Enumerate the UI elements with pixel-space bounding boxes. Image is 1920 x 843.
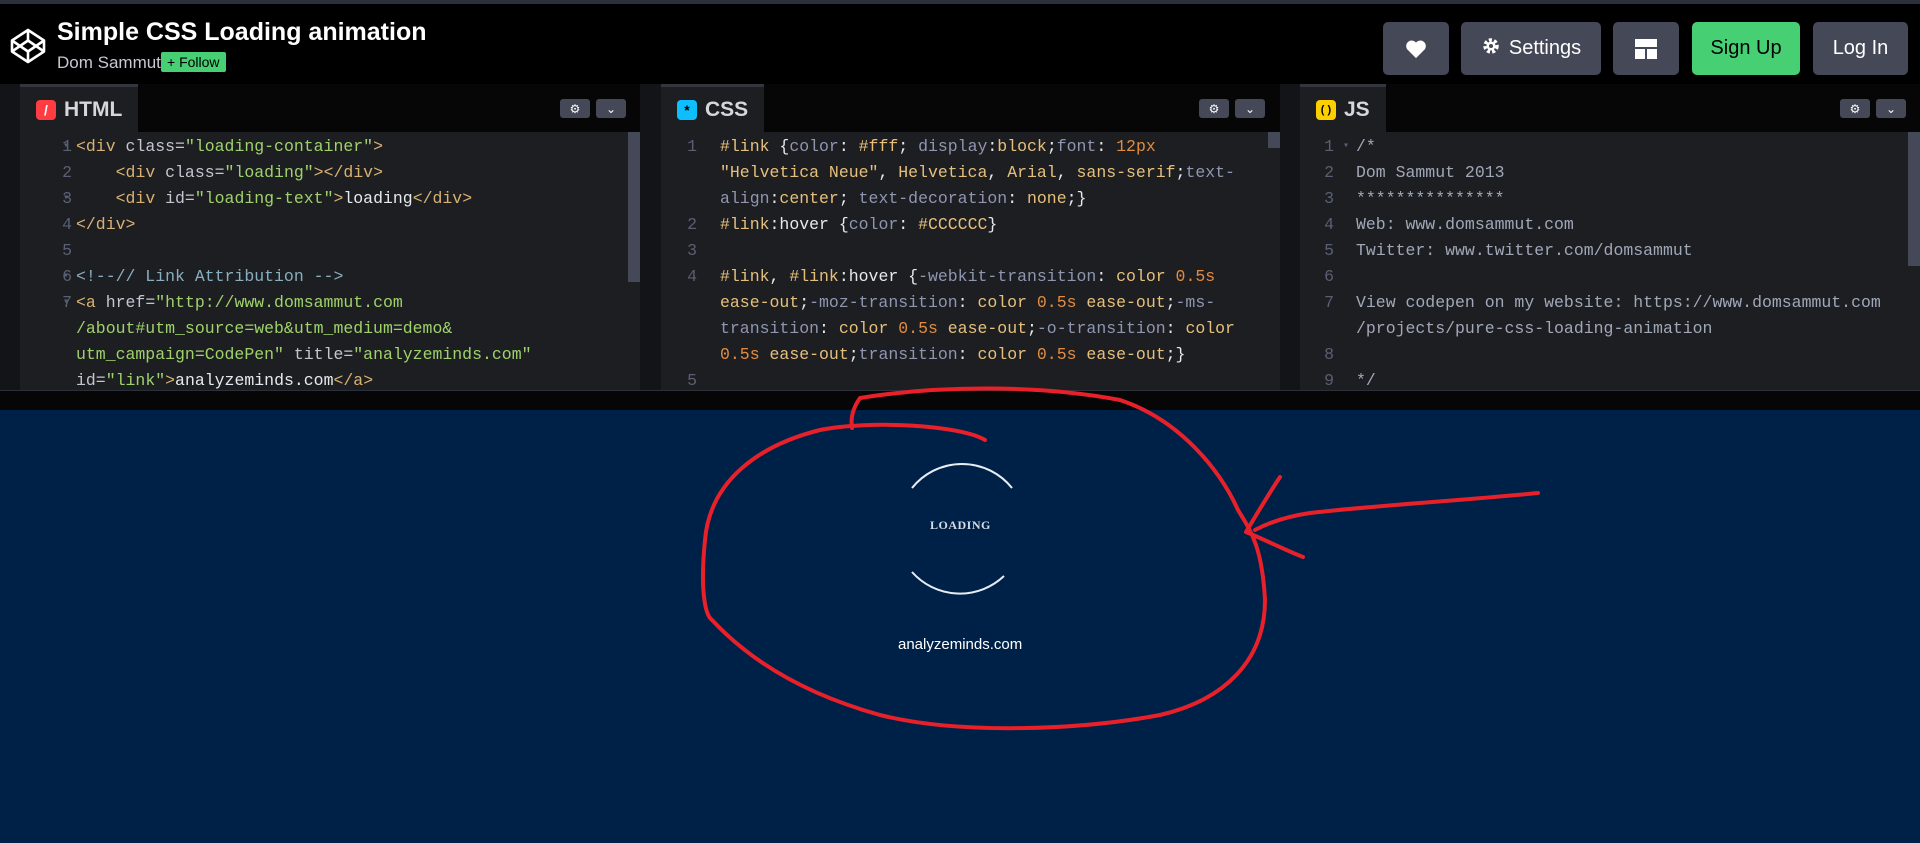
fold-icon[interactable]: ▾ bbox=[63, 264, 69, 290]
code-line: #link:hover {color: #CCCCCC} bbox=[720, 215, 998, 234]
code-line: <!--// Link Attribution --> bbox=[76, 267, 344, 286]
code-line: /about#utm_source=web&utm_medium=demo& bbox=[76, 319, 453, 338]
code-line: /projects/pure-css-loading-animation bbox=[1356, 319, 1713, 338]
heart-icon bbox=[1406, 40, 1426, 58]
css-icon: * bbox=[677, 99, 697, 120]
js-chevron-down-icon[interactable]: ⌄ bbox=[1876, 99, 1906, 118]
preview-pane: LOADING analyzeminds.com bbox=[0, 410, 1920, 843]
tab-css[interactable]: * CSS bbox=[661, 84, 765, 132]
line-number: 2 bbox=[62, 163, 72, 182]
settings-button[interactable]: Settings bbox=[1461, 22, 1601, 75]
html-editor[interactable]: / HTML ⚙ ⌄ 1 2 3 4 5 6 7 ▾ ▾ ▾ ▾ <div cl… bbox=[20, 84, 640, 390]
line-number: 7 bbox=[1324, 293, 1334, 312]
code-line: utm_campaign=CodePen" title="analyzemind… bbox=[76, 345, 532, 364]
fold-icon[interactable]: ▾ bbox=[63, 290, 69, 316]
spinner-arc-bottom bbox=[911, 571, 1005, 595]
js-icon: ( ) bbox=[1316, 99, 1336, 120]
spinner-arc-top bbox=[911, 462, 1013, 489]
code-line: align:center; text-decoration: none;} bbox=[720, 189, 1087, 208]
code-line: View codepen on my website: https://www.… bbox=[1356, 293, 1881, 312]
html-scrollbar[interactable] bbox=[628, 132, 640, 390]
fold-icon[interactable]: ▾ bbox=[63, 186, 69, 212]
code-line: Web: www.domsammut.com bbox=[1356, 215, 1574, 234]
css-settings-icon[interactable]: ⚙ bbox=[1199, 99, 1229, 118]
css-scrollbar[interactable] bbox=[1268, 132, 1280, 390]
tab-js-label: JS bbox=[1344, 97, 1370, 121]
fold-icon[interactable]: ▾ bbox=[1343, 134, 1349, 160]
tab-css-label: CSS bbox=[705, 97, 749, 121]
line-number: 5 bbox=[687, 371, 697, 390]
line-number: 5 bbox=[1324, 241, 1334, 260]
js-scrollbar[interactable] bbox=[1908, 132, 1920, 390]
html-icon: / bbox=[36, 99, 56, 120]
line-number: 5 bbox=[62, 241, 72, 260]
pen-title: Simple CSS Loading animation bbox=[57, 18, 427, 46]
follow-button[interactable]: + Follow bbox=[161, 52, 226, 72]
line-number: 1 bbox=[1324, 137, 1334, 156]
js-settings-icon[interactable]: ⚙ bbox=[1840, 99, 1870, 118]
code-line: Dom Sammut 2013 bbox=[1356, 163, 1505, 182]
html-chevron-down-icon[interactable]: ⌄ bbox=[596, 99, 626, 118]
loading-spinner bbox=[911, 462, 1013, 595]
layout-icon bbox=[1635, 38, 1657, 59]
analyzeminds-link[interactable]: analyzeminds.com bbox=[898, 636, 1022, 653]
css-editor-bar: * CSS ⚙ ⌄ bbox=[661, 84, 1280, 132]
gear-icon bbox=[1481, 36, 1501, 62]
css-editor[interactable]: * CSS ⚙ ⌄ 1 2 3 4 5 #link {color: #fff; … bbox=[661, 84, 1280, 390]
js-editor-bar: ( ) JS ⚙ ⌄ bbox=[1300, 84, 1920, 132]
fold-icon[interactable]: ▾ bbox=[63, 134, 69, 160]
code-line: Twitter: www.twitter.com/domsammut bbox=[1356, 241, 1693, 260]
editors-panel: / HTML ⚙ ⌄ 1 2 3 4 5 6 7 ▾ ▾ ▾ ▾ <div cl… bbox=[0, 84, 1920, 390]
code-line: */ bbox=[1356, 371, 1376, 390]
html-code[interactable]: 1 2 3 4 5 6 7 ▾ ▾ ▾ ▾ <div class="loadin… bbox=[20, 132, 640, 390]
line-number: 1 bbox=[687, 137, 697, 156]
settings-label: Settings bbox=[1508, 37, 1582, 59]
code-line: </div> bbox=[76, 215, 136, 234]
js-editor[interactable]: ( ) JS ⚙ ⌄ 1 2 3 4 5 6 7 8 9 ▾ /* Dom Sa… bbox=[1300, 84, 1920, 390]
code-line: <a href="http://www.domsammut.com bbox=[76, 293, 403, 312]
line-number: 9 bbox=[1324, 371, 1334, 390]
line-number: 4 bbox=[687, 267, 697, 286]
pen-author[interactable]: Dom Sammut bbox=[57, 53, 161, 73]
codepen-logo-icon[interactable] bbox=[8, 26, 48, 66]
code-line: <div class="loading-container"> bbox=[76, 137, 383, 156]
heart-button[interactable] bbox=[1383, 22, 1449, 75]
signup-button[interactable]: Sign Up bbox=[1692, 22, 1800, 75]
html-editor-bar: / HTML ⚙ ⌄ bbox=[20, 84, 640, 132]
css-chevron-down-icon[interactable]: ⌄ bbox=[1235, 99, 1265, 118]
line-number: 2 bbox=[1324, 163, 1334, 182]
loading-text: LOADING bbox=[930, 518, 991, 532]
line-number: 3 bbox=[1324, 189, 1334, 208]
code-line: transition: color 0.5s ease-out;-o-trans… bbox=[720, 319, 1235, 338]
code-line: 0.5s ease-out;transition: color 0.5s eas… bbox=[720, 345, 1186, 364]
code-line: #link, #link:hover {-webkit-transition: … bbox=[720, 267, 1216, 286]
line-number: 6 bbox=[1324, 267, 1334, 286]
css-code[interactable]: 1 2 3 4 5 #link {color: #fff; display:bl… bbox=[661, 132, 1280, 390]
code-line: *************** bbox=[1356, 189, 1505, 208]
code-line: ease-out;-moz-transition: color 0.5s eas… bbox=[720, 293, 1216, 312]
html-settings-icon[interactable]: ⚙ bbox=[560, 99, 590, 118]
js-code[interactable]: 1 2 3 4 5 6 7 8 9 ▾ /* Dom Sammut 2013 *… bbox=[1300, 132, 1920, 390]
line-number: 4 bbox=[62, 215, 72, 234]
tab-html-label: HTML bbox=[64, 97, 123, 121]
line-number: 2 bbox=[687, 215, 697, 234]
code-line: "Helvetica Neue", Helvetica, Arial, sans… bbox=[720, 163, 1235, 182]
login-button[interactable]: Log In bbox=[1813, 22, 1908, 75]
code-line: id="link">analyzeminds.com</a> bbox=[76, 371, 374, 390]
code-line: <div class="loading"></div> bbox=[115, 163, 383, 182]
line-number: 3 bbox=[687, 241, 697, 260]
line-number: 4 bbox=[1324, 215, 1334, 234]
resize-divider[interactable] bbox=[0, 390, 1920, 410]
tab-js[interactable]: ( ) JS bbox=[1300, 84, 1386, 132]
change-view-button[interactable] bbox=[1613, 22, 1679, 75]
tab-html[interactable]: / HTML bbox=[20, 84, 139, 132]
header: Simple CSS Loading animation Dom Sammut … bbox=[0, 0, 1920, 84]
code-line: /* bbox=[1356, 137, 1376, 156]
code-line: #link {color: #fff; display:block;font: … bbox=[720, 137, 1156, 156]
line-number: 8 bbox=[1324, 345, 1334, 364]
code-line: <div id="loading-text">loading</div> bbox=[115, 189, 473, 208]
